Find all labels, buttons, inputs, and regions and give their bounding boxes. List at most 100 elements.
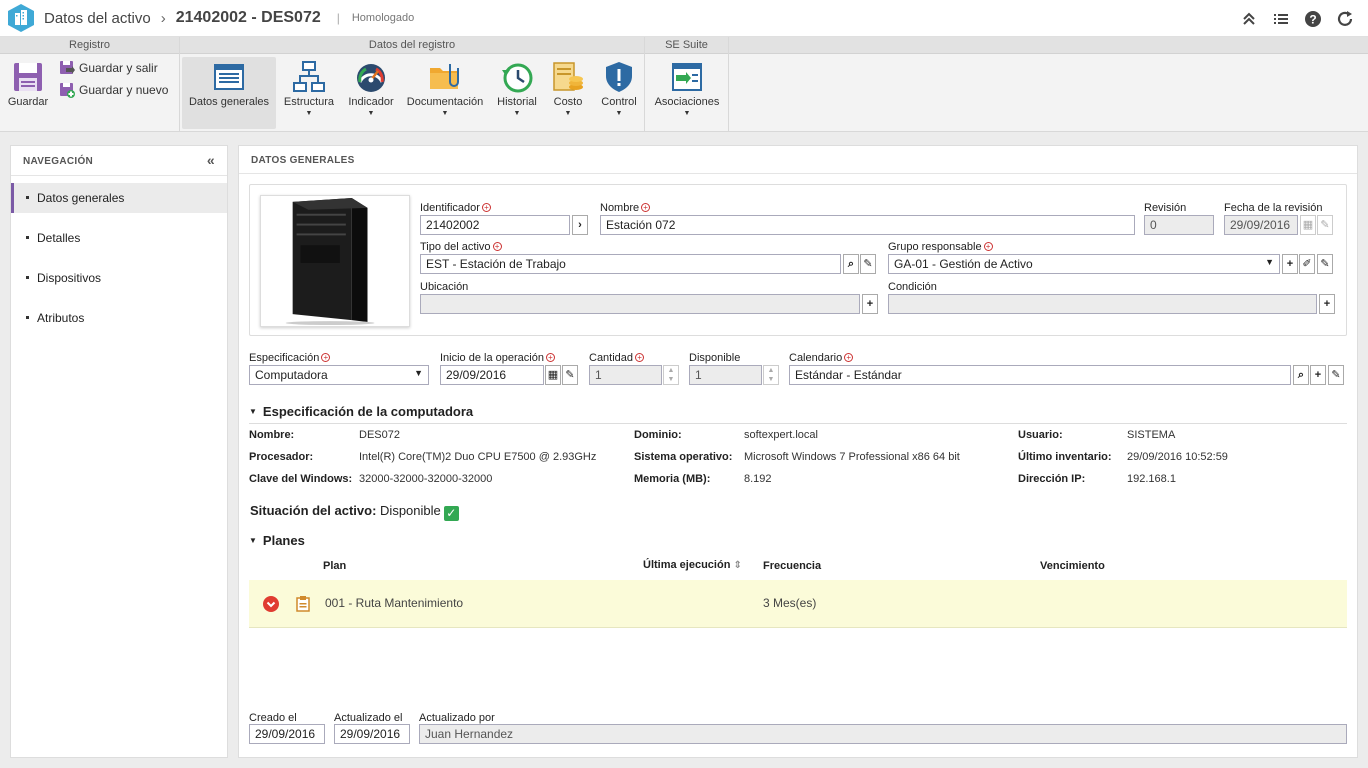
nav-item-atributos[interactable]: Atributos [11,303,227,333]
collapse-up-icon[interactable] [1240,10,1258,28]
identificador-input[interactable]: 21402002 [420,215,570,235]
column-header-vencimiento[interactable]: Vencimiento [1040,560,1105,572]
nav-item-datos-generales[interactable]: Datos generales [11,183,227,213]
dropdown-caret-icon: ▼ [305,110,313,117]
table-row[interactable]: 001 - Ruta Mantenimiento 3 Mes(es) [249,580,1347,628]
creado-input: 29/09/2016 [249,724,325,744]
ubicacion-label: Ubicación [420,281,469,293]
sort-icon: ⇕ [733,560,742,571]
required-icon: + [641,203,651,212]
ribbon-control-button[interactable]: Control ▼ [584,57,654,129]
cantidad-input: 1 [589,365,662,385]
floppy-disk-icon [11,60,45,94]
required-icon: + [481,203,491,212]
column-header-ultima[interactable]: Última ejecución ⇕ [643,559,742,571]
refresh-icon[interactable] [1336,10,1354,28]
dropdown-caret-icon: ▼ [683,110,691,117]
list-icon[interactable] [1272,10,1290,28]
ribbon-group-title: SE Suite [645,37,728,54]
spec-value: Intel(R) Core(TM)2 Duo CPU E7500 @ 2.93G… [359,451,597,463]
collapse-left-icon[interactable]: « [207,152,215,168]
disponible-label: Disponible [689,352,741,364]
check-icon: ✓ [443,506,459,521]
column-header-frecuencia[interactable]: Frecuencia [763,560,821,572]
nav-item-detalles[interactable]: Detalles [11,223,227,253]
edit-pencil-icon[interactable]: ✐ [1299,254,1315,274]
save-and-new-button[interactable]: Guardar y nuevo [59,82,168,98]
revision-input: 0 [1144,215,1214,235]
breadcrumb-module[interactable]: Datos del activo [44,10,151,27]
computer-spec-toggle[interactable]: ▼ Especificación de la computadora [249,404,473,419]
asset-photo[interactable] [260,195,410,327]
identificador-label: Identificador + [420,202,491,214]
dropdown-caret-icon: ▼ [615,110,623,117]
clear-brush-icon[interactable]: ✎ [1317,254,1333,274]
calendar-icon[interactable]: ▦ [545,365,561,385]
ribbon-asociaciones-button[interactable]: Asociaciones ▼ [652,57,722,129]
navigation-header: NAVEGACIÓN « [11,146,227,176]
help-icon[interactable]: ? [1304,10,1322,28]
divider [249,423,1347,424]
especificacion-label: Especificación + [249,352,331,364]
ribbon-documentacion-button[interactable]: Documentación ▼ [406,57,484,129]
revision-label: Revisión [1144,202,1187,214]
desktop-tower-image [285,197,375,326]
triangle-down-icon: ▼ [249,536,257,545]
add-icon[interactable]: + [1282,254,1298,274]
clear-brush-icon[interactable]: ✎ [860,254,876,274]
ribbon-title-filler [729,37,1368,54]
main-panel: DATOS GENERALES Identificador + 21402002 … [238,145,1358,758]
navigation-panel: NAVEGACIÓN « Datos generales Detalles Di… [10,145,228,758]
title-bar: Datos del activo › 21402002 - DES072 | H… [0,0,1368,37]
ribbon-group-se-suite: SE Suite Asociaciones ▼ [645,37,729,132]
asset-situation: Situación del activo: Disponible ✓ [250,503,459,521]
ribbon-datos-generales-button[interactable]: Datos generales [182,57,276,129]
save-button[interactable]: Guardar [0,57,62,129]
save-new-icon [59,82,75,98]
ribbon-group-registro: Registro Guardar Guardar y salir Guardar… [0,37,180,132]
actualizado-input: 29/09/2016 [334,724,410,744]
search-icon[interactable]: ⌕ [843,254,859,274]
ribbon-estructura-button[interactable]: Estructura ▼ [274,57,344,129]
dropdown-caret-icon: ▼ [367,110,375,117]
ribbon-group-datos-registro: Datos del registro Datos generales Estru… [180,37,645,132]
disponible-input: 1 [689,365,762,385]
triangle-down-icon: ▼ [249,407,257,416]
nombre-input[interactable]: Estación 072 [600,215,1135,235]
spec-key: Dirección IP: [1018,473,1086,485]
calendario-input[interactable]: Estándar - Estándar [789,365,1291,385]
ribbon-indicador-button[interactable]: Indicador ▼ [336,57,406,129]
search-icon[interactable]: ⌕ [1293,365,1309,385]
add-icon[interactable]: + [1319,294,1335,314]
breadcrumb-separator: › [160,9,166,27]
nombre-label: Nombre + [600,202,651,214]
required-icon: + [983,242,993,251]
svg-text:?: ? [1309,13,1316,27]
next-arrow-button[interactable]: › [572,215,588,235]
calendario-label: Calendario + [789,352,854,364]
grupo-responsable-select[interactable]: GA-01 - Gestión de Activo ▼ [888,254,1280,274]
title-divider: | [336,11,340,25]
tipo-activo-input[interactable]: EST - Estación de Trabajo [420,254,841,274]
chevron-down-icon: ▼ [414,368,423,378]
spec-key: Sistema operativo: [634,451,733,463]
clear-brush-icon[interactable]: ✎ [562,365,578,385]
spec-key: Dominio: [634,429,682,441]
expand-chevron-icon[interactable] [263,596,279,612]
actualizado-por-label: Actualizado por [419,712,495,724]
cost-coins-icon [551,60,585,94]
available-stepper: ▲ ▼ [763,365,779,385]
spec-value: 29/09/2016 10:52:59 [1127,451,1228,463]
column-header-plan[interactable]: Plan [323,560,346,572]
ribbon-group-title: Registro [0,37,179,54]
add-icon[interactable]: + [1310,365,1326,385]
save-and-exit-button[interactable]: Guardar y salir [59,60,158,76]
add-icon[interactable]: + [862,294,878,314]
especificacion-select[interactable]: Computadora ▼ [249,365,429,385]
spec-value: DES072 [359,429,400,441]
ribbon-group-title: Datos del registro [180,37,644,54]
clear-brush-icon[interactable]: ✎ [1328,365,1344,385]
planes-toggle[interactable]: ▼ Planes [249,533,305,548]
inicio-operacion-input[interactable]: 29/09/2016 [440,365,544,385]
nav-item-dispositivos[interactable]: Dispositivos [11,263,227,293]
